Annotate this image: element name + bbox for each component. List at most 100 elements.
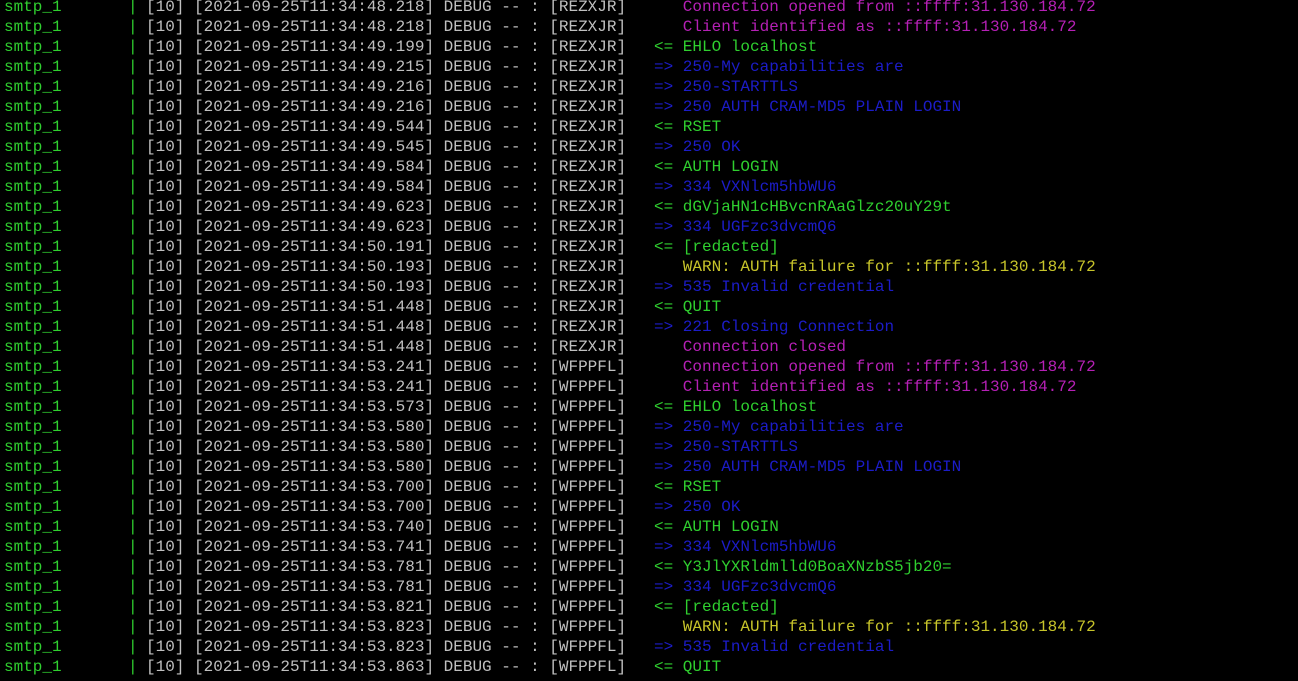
log-message: => 334 VXNlcm5hbWU6 xyxy=(654,178,837,196)
log-message: => 250-STARTTLS xyxy=(654,438,799,456)
log-meta: [10] [2021-09-25T11:34:53.863] DEBUG -- … xyxy=(146,658,627,676)
log-line: smtp_1 | [10] [2021-09-25T11:34:53.823] DE… xyxy=(0,637,1298,657)
log-line: smtp_1 | [10] [2021-09-25T11:34:49.623] DE… xyxy=(0,197,1298,217)
log-separator: | xyxy=(128,318,138,336)
log-line: smtp_1 | [10] [2021-09-25T11:34:51.448] DE… xyxy=(0,317,1298,337)
log-meta: [10] [2021-09-25T11:34:53.241] DEBUG -- … xyxy=(146,358,627,376)
log-service-name: smtp_1 xyxy=(4,498,62,516)
log-line: smtp_1 | [10] [2021-09-25T11:34:53.821] DE… xyxy=(0,597,1298,617)
log-line: smtp_1 | [10] [2021-09-25T11:34:49.544] DE… xyxy=(0,117,1298,137)
log-line: smtp_1 | [10] [2021-09-25T11:34:49.584] DE… xyxy=(0,177,1298,197)
log-service-name: smtp_1 xyxy=(4,518,62,536)
log-separator: | xyxy=(128,278,138,296)
log-separator: | xyxy=(128,638,138,656)
log-meta: [10] [2021-09-25T11:34:53.823] DEBUG -- … xyxy=(146,618,627,636)
log-separator: | xyxy=(128,438,138,456)
log-service-name: smtp_1 xyxy=(4,598,62,616)
log-service-name: smtp_1 xyxy=(4,0,62,16)
log-separator: | xyxy=(128,398,138,416)
log-line: smtp_1 | [10] [2021-09-25T11:34:53.781] DE… xyxy=(0,577,1298,597)
log-separator: | xyxy=(128,338,138,356)
log-service-name: smtp_1 xyxy=(4,158,62,176)
log-separator: | xyxy=(128,98,138,116)
log-meta: [10] [2021-09-25T11:34:49.216] DEBUG -- … xyxy=(146,78,627,96)
log-separator: | xyxy=(128,258,138,276)
log-message: <= RSET xyxy=(654,118,722,136)
log-meta: [10] [2021-09-25T11:34:53.700] DEBUG -- … xyxy=(146,478,627,496)
log-separator: | xyxy=(128,538,138,556)
log-line: smtp_1 | [10] [2021-09-25T11:34:53.740] DE… xyxy=(0,517,1298,537)
log-meta: [10] [2021-09-25T11:34:48.218] DEBUG -- … xyxy=(146,0,627,16)
log-meta: [10] [2021-09-25T11:34:53.580] DEBUG -- … xyxy=(146,418,627,436)
log-meta: [10] [2021-09-25T11:34:50.193] DEBUG -- … xyxy=(146,278,627,296)
log-service-name: smtp_1 xyxy=(4,78,62,96)
log-separator: | xyxy=(128,0,138,16)
log-line: smtp_1 | [10] [2021-09-25T11:34:53.741] DE… xyxy=(0,537,1298,557)
log-service-name: smtp_1 xyxy=(4,178,62,196)
log-message: => 535 Invalid credential xyxy=(654,638,895,656)
log-message: WARN: AUTH failure for ::ffff:31.130.184… xyxy=(654,618,1096,636)
log-meta: [10] [2021-09-25T11:34:49.623] DEBUG -- … xyxy=(146,218,627,236)
log-service-name: smtp_1 xyxy=(4,118,62,136)
log-service-name: smtp_1 xyxy=(4,638,62,656)
log-message: => 334 UGFzc3dvcmQ6 xyxy=(654,218,837,236)
log-meta: [10] [2021-09-25T11:34:53.580] DEBUG -- … xyxy=(146,438,627,456)
log-meta: [10] [2021-09-25T11:34:53.700] DEBUG -- … xyxy=(146,498,627,516)
log-meta: [10] [2021-09-25T11:34:53.781] DEBUG -- … xyxy=(146,558,627,576)
log-message: <= AUTH LOGIN xyxy=(654,518,779,536)
log-meta: [10] [2021-09-25T11:34:48.218] DEBUG -- … xyxy=(146,18,627,36)
log-meta: [10] [2021-09-25T11:34:49.199] DEBUG -- … xyxy=(146,38,627,56)
log-message: Connection opened from ::ffff:31.130.184… xyxy=(654,0,1096,16)
log-meta: [10] [2021-09-25T11:34:53.741] DEBUG -- … xyxy=(146,538,627,556)
log-service-name: smtp_1 xyxy=(4,658,62,676)
log-message: => 250-My capabilities are xyxy=(654,58,904,76)
log-service-name: smtp_1 xyxy=(4,398,62,416)
log-message: <= dGVjaHN1cHBvcnRAaGlzc20uY29t xyxy=(654,198,952,216)
log-line: smtp_1 | [10] [2021-09-25T11:34:48.218] DE… xyxy=(0,17,1298,37)
log-separator: | xyxy=(128,358,138,376)
log-message: <= EHLO localhost xyxy=(654,38,818,56)
log-meta: [10] [2021-09-25T11:34:51.448] DEBUG -- … xyxy=(146,318,627,336)
log-meta: [10] [2021-09-25T11:34:49.545] DEBUG -- … xyxy=(146,138,627,156)
log-message: <= Y3JlYXRldmlld0BoaXNzbS5jb20= xyxy=(654,558,952,576)
log-meta: [10] [2021-09-25T11:34:50.191] DEBUG -- … xyxy=(146,238,627,256)
log-message: => 250-STARTTLS xyxy=(654,78,799,96)
terminal-output: smtp_1 | [10] [2021-09-25T11:34:48.218] DE… xyxy=(0,0,1298,678)
log-service-name: smtp_1 xyxy=(4,378,62,396)
log-separator: | xyxy=(128,518,138,536)
log-service-name: smtp_1 xyxy=(4,258,62,276)
log-separator: | xyxy=(128,198,138,216)
log-line: smtp_1 | [10] [2021-09-25T11:34:53.573] DE… xyxy=(0,397,1298,417)
log-message: => 250 OK xyxy=(654,138,741,156)
log-line: smtp_1 | [10] [2021-09-25T11:34:53.823] DE… xyxy=(0,617,1298,637)
log-meta: [10] [2021-09-25T11:34:49.216] DEBUG -- … xyxy=(146,98,627,116)
log-separator: | xyxy=(128,618,138,636)
log-message: => 334 UGFzc3dvcmQ6 xyxy=(654,578,837,596)
log-meta: [10] [2021-09-25T11:34:49.584] DEBUG -- … xyxy=(146,158,627,176)
log-separator: | xyxy=(128,78,138,96)
log-meta: [10] [2021-09-25T11:34:49.584] DEBUG -- … xyxy=(146,178,627,196)
log-service-name: smtp_1 xyxy=(4,578,62,596)
log-service-name: smtp_1 xyxy=(4,438,62,456)
log-line: smtp_1 | [10] [2021-09-25T11:34:50.193] DE… xyxy=(0,257,1298,277)
log-service-name: smtp_1 xyxy=(4,298,62,316)
log-line: smtp_1 | [10] [2021-09-25T11:34:53.700] DE… xyxy=(0,477,1298,497)
log-service-name: smtp_1 xyxy=(4,538,62,556)
log-line: smtp_1 | [10] [2021-09-25T11:34:49.545] DE… xyxy=(0,137,1298,157)
log-line: smtp_1 | [10] [2021-09-25T11:34:51.448] DE… xyxy=(0,297,1298,317)
log-message: => 250 AUTH CRAM-MD5 PLAIN LOGIN xyxy=(654,458,962,476)
log-service-name: smtp_1 xyxy=(4,338,62,356)
log-meta: [10] [2021-09-25T11:34:53.241] DEBUG -- … xyxy=(146,378,627,396)
log-separator: | xyxy=(128,418,138,436)
log-separator: | xyxy=(128,38,138,56)
log-message: <= AUTH LOGIN xyxy=(654,158,779,176)
log-message: => 250-My capabilities are xyxy=(654,418,904,436)
log-service-name: smtp_1 xyxy=(4,18,62,36)
log-message: Client identified as ::ffff:31.130.184.7… xyxy=(654,378,1077,396)
log-service-name: smtp_1 xyxy=(4,418,62,436)
log-meta: [10] [2021-09-25T11:34:49.544] DEBUG -- … xyxy=(146,118,627,136)
log-service-name: smtp_1 xyxy=(4,218,62,236)
log-service-name: smtp_1 xyxy=(4,58,62,76)
log-meta: [10] [2021-09-25T11:34:53.580] DEBUG -- … xyxy=(146,458,627,476)
log-service-name: smtp_1 xyxy=(4,618,62,636)
